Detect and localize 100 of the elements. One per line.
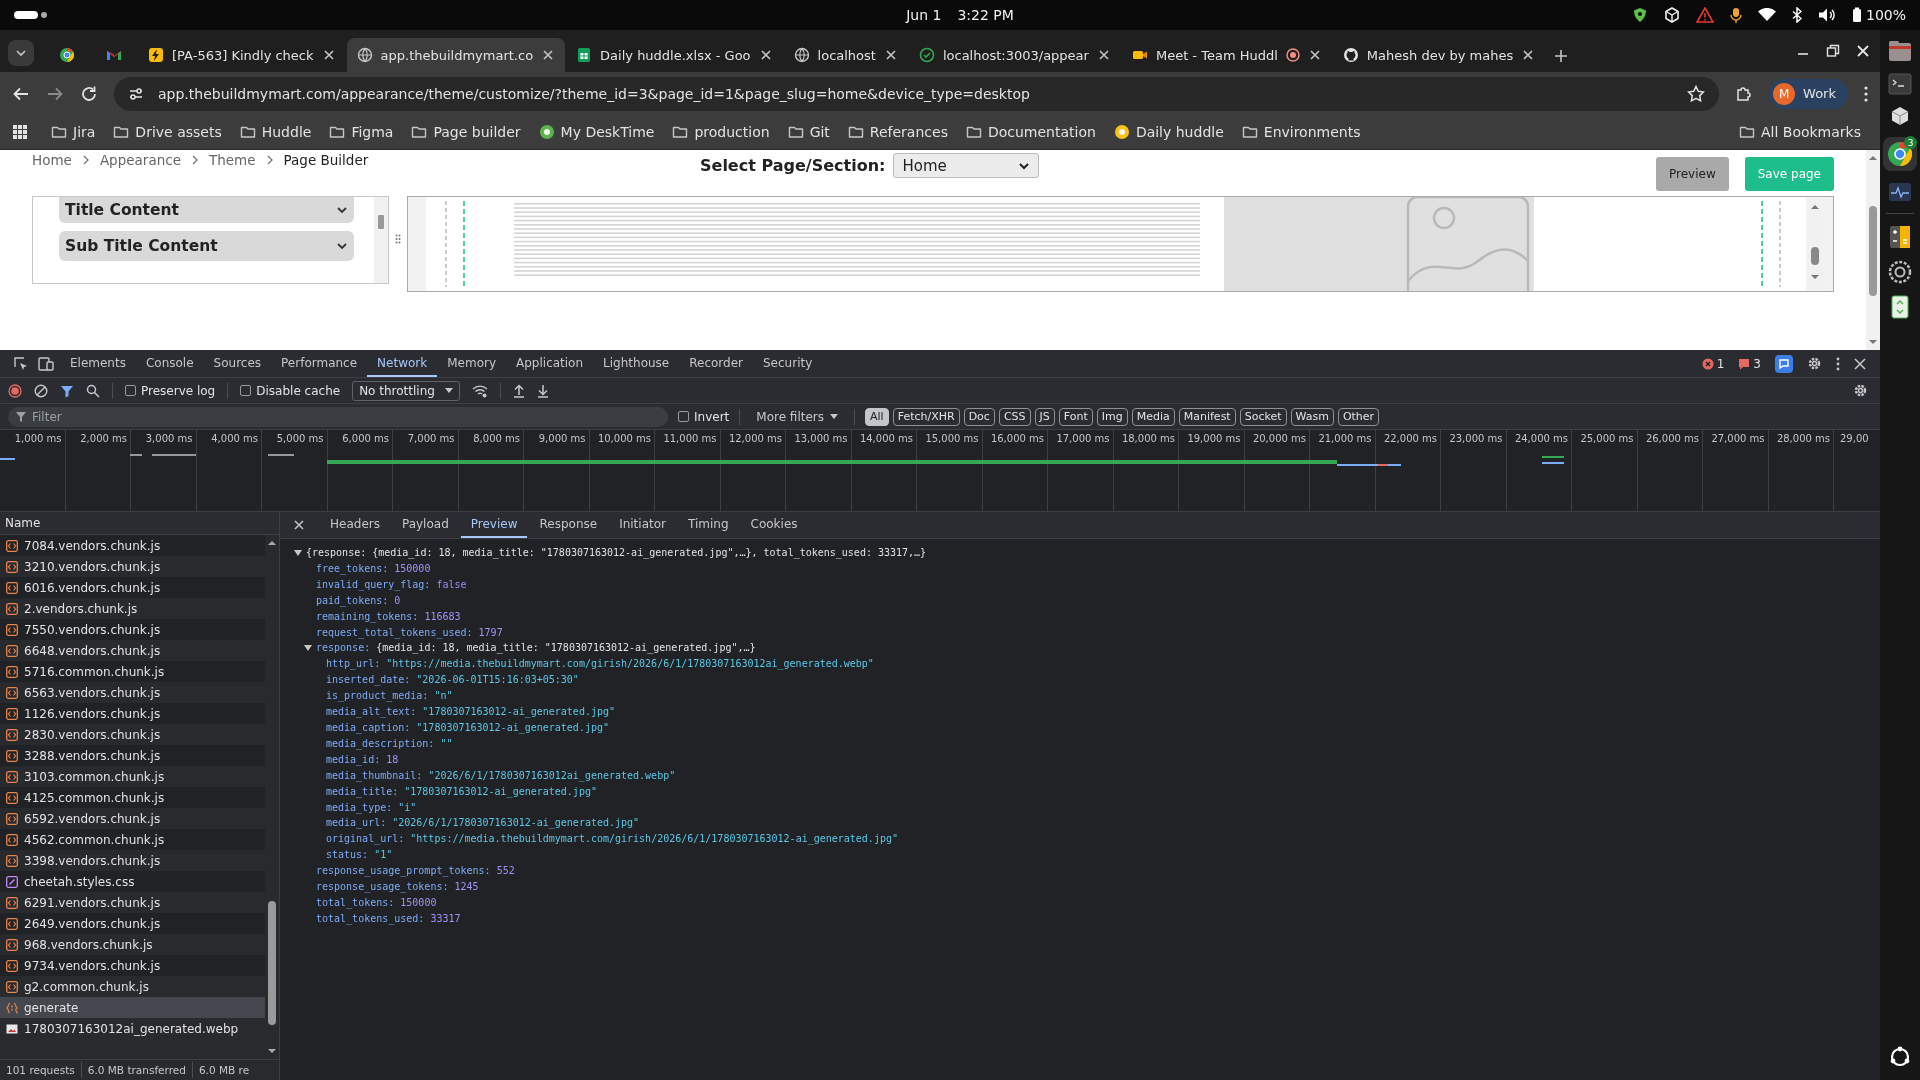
detail-tab[interactable]: Payload [391,512,459,538]
request-row[interactable]: 6016.vendors.chunk.js [0,577,265,598]
type-filter-chip[interactable]: Socket [1239,407,1287,426]
new-tab-icon[interactable] [1554,49,1569,63]
wifi-icon[interactable] [1757,8,1776,22]
cube-icon[interactable] [1663,7,1680,23]
type-filter-chip[interactable]: Doc [963,407,995,426]
bookmark[interactable]: Environments [1234,121,1368,143]
close-icon[interactable] [1096,48,1111,62]
bookmark[interactable]: Referances [840,121,955,143]
devtools-tab[interactable]: Sources [203,350,272,377]
close-icon[interactable] [1854,357,1866,370]
restore-icon[interactable] [1826,44,1840,58]
request-row[interactable]: 7084.vendors.chunk.js [0,535,265,556]
apps-grid-icon[interactable] [12,124,28,140]
clock-text[interactable]: 3:22 PM [957,7,1014,23]
close-icon[interactable] [294,520,304,530]
network-conditions-icon[interactable] [471,383,488,398]
detail-tab[interactable]: Headers [320,512,390,538]
bookmark[interactable]: Git [780,121,837,143]
request-row[interactable]: 3288.vendors.chunk.js [0,745,265,766]
settings-icon[interactable] [1807,356,1822,371]
calculator-icon[interactable] [1889,225,1911,249]
devtools-tab[interactable]: Performance [271,350,368,377]
clear-icon[interactable] [34,383,48,398]
browser-tab[interactable]: localhost:3003/appear [908,38,1121,72]
error-icon[interactable] [1701,357,1714,370]
devtools-tab[interactable]: Recorder [679,350,753,377]
devtools-tab[interactable]: Lighthouse [593,350,680,377]
checkbox[interactable] [125,385,136,396]
tab-search-button[interactable] [8,40,34,66]
detail-tab[interactable]: Response [529,512,608,538]
settings-icon[interactable] [1853,383,1868,398]
settings-icon[interactable] [1888,260,1912,284]
type-filter-chip[interactable]: JS [1034,407,1055,426]
issue-icon[interactable] [1738,357,1751,370]
app-launcher-icon[interactable] [1889,1046,1911,1068]
expand-triangle-icon[interactable] [294,548,302,557]
request-row[interactable]: 4125.common.chunk.js [0,787,265,808]
bookmark[interactable]: Jira [44,121,103,143]
site-info-icon[interactable] [128,85,144,102]
more-filters-button[interactable]: More filters [750,409,844,424]
bluetooth-icon[interactable] [1791,7,1802,23]
workspace-indicator-icon[interactable] [14,10,48,20]
bookmark[interactable]: Huddle [232,121,319,143]
close-icon[interactable] [758,48,773,62]
multicolor-circle-icon[interactable] [1887,141,1913,167]
record-icon[interactable] [8,383,22,398]
devtools-tab[interactable]: Console [135,350,204,377]
trash-icon[interactable] [1890,295,1910,319]
expand-triangle-icon[interactable] [304,644,312,653]
more-icon[interactable] [1864,85,1868,102]
speaker-icon[interactable] [1817,7,1836,23]
detail-tab[interactable]: Timing [678,512,739,538]
date-text[interactable]: Jun 1 [906,7,942,23]
type-filter-chip[interactable]: Font [1058,407,1093,426]
type-filter-chip[interactable]: Img [1096,407,1128,426]
bookmark[interactable]: Page builder [404,121,528,143]
shield-icon[interactable] [1631,7,1648,23]
file-manager-icon[interactable] [1888,40,1912,62]
throttling-select[interactable]: No throttling [352,380,460,401]
devtools-tab[interactable]: Elements [60,350,136,377]
detail-tab[interactable]: Initiator [609,512,676,538]
browser-tab[interactable]: localhost [783,38,908,72]
page-select[interactable]: Home [893,153,1040,178]
bookmark[interactable]: Drive assets [106,121,229,143]
checkbox[interactable] [678,411,689,422]
microphone-icon[interactable] [1729,7,1742,23]
request-row[interactable]: 2649.vendors.chunk.js [0,913,265,934]
breadcrumb-link[interactable]: Theme [208,152,256,168]
column-header[interactable]: Name [5,516,41,530]
request-row[interactable]: 7550.vendors.chunk.js [0,619,265,640]
ai-assistance-icon[interactable] [1775,354,1793,373]
type-filter-chip[interactable]: CSS [998,407,1031,426]
type-filter-chip[interactable]: Manifest [1178,407,1236,426]
bookmark[interactable]: Daily huddle [1106,121,1231,143]
request-row[interactable]: generate [0,997,265,1018]
preview-button[interactable]: Preview [1656,157,1729,191]
type-filter-chip[interactable]: Media [1131,407,1175,426]
terminal-icon[interactable] [1888,73,1912,95]
devtools-tab[interactable]: Application [506,350,594,377]
error-count[interactable]: 1 [1716,356,1725,371]
close-icon[interactable] [541,48,556,62]
type-filter-chip[interactable]: All [865,407,889,426]
resize-handle-icon[interactable] [395,234,401,244]
system-monitor-icon[interactable] [1888,182,1912,202]
request-row[interactable]: 4562.common.chunk.js [0,829,265,850]
request-row[interactable]: cheetah.styles.css [0,871,265,892]
close-icon[interactable] [1521,48,1536,62]
browser-tab[interactable]: Mahesh dev by mahes [1332,38,1546,72]
breadcrumb-link[interactable]: Home [32,152,72,168]
bookmark[interactable]: Figma [322,121,401,143]
cube-icon[interactable] [1890,106,1910,126]
address-bar[interactable]: app.thebuildmymart.com/appearance/theme/customize/?theme_id=3&page_id=1&page_slug=home&device_type=desktop [114,76,1720,111]
inspect-icon[interactable] [14,356,28,371]
request-row[interactable]: 5716.common.chunk.js [0,661,265,682]
browser-tab[interactable]: Meet - Team Huddl [1121,38,1332,72]
more-icon[interactable] [1836,356,1840,371]
request-row[interactable]: 9734.vendors.chunk.js [0,955,265,976]
accordion-header[interactable]: Title Content [59,197,354,223]
